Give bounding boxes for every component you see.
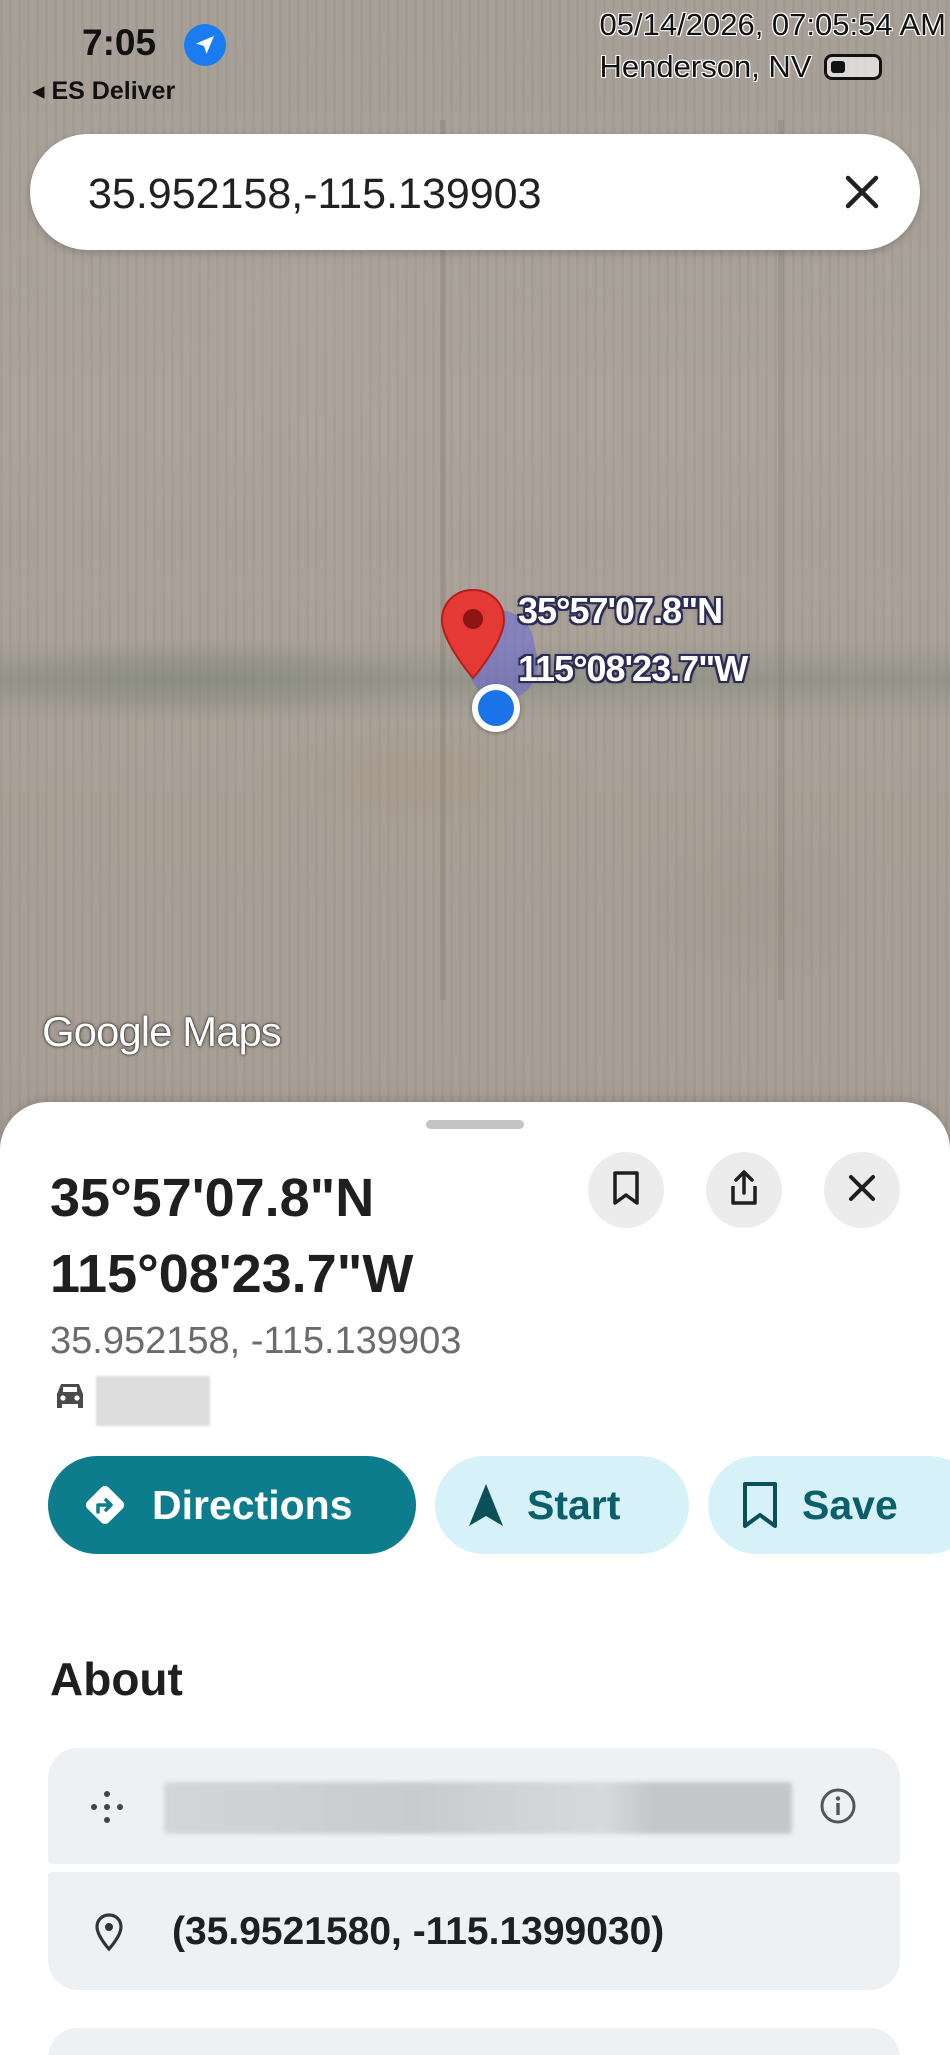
plus-code-icon	[86, 1786, 128, 1833]
search-input[interactable]: 35.952158,-115.139903	[88, 170, 542, 219]
share-icon	[728, 1169, 760, 1212]
search-bar[interactable]: 35.952158,-115.139903	[30, 134, 920, 250]
start-button[interactable]: Start	[435, 1456, 689, 1554]
coordinates-row[interactable]: (35.9521580, -115.1399030)	[48, 1872, 900, 1990]
close-sheet-button[interactable]	[824, 1152, 900, 1228]
navigation-arrow-icon	[467, 1482, 505, 1528]
place-title-line1: 35°57'07.8"N	[50, 1168, 375, 1228]
plus-code-redacted	[164, 1782, 792, 1834]
next-info-row[interactable]	[48, 2028, 900, 2055]
pin-label-latitude: 35°57'07.8"N	[518, 590, 723, 631]
close-icon	[846, 1172, 878, 1209]
bookmark-icon	[740, 1480, 780, 1530]
place-title: 35°57'07.8"N 115°08'23.7"W	[50, 1160, 610, 1312]
drive-time-redacted	[96, 1376, 210, 1426]
directions-label: Directions	[152, 1481, 353, 1528]
google-maps-logo: Google Maps	[42, 1008, 282, 1055]
directions-button[interactable]: Directions	[48, 1456, 416, 1554]
location-arrow-icon	[184, 24, 226, 66]
save-icon-button[interactable]	[588, 1152, 664, 1228]
directions-icon	[80, 1480, 130, 1530]
back-to-app-link[interactable]: ◂ ES Deliver	[32, 76, 175, 106]
save-button[interactable]: Save	[708, 1456, 950, 1554]
map-terrain-line	[778, 120, 784, 1000]
info-icon[interactable]	[818, 1786, 858, 1831]
start-label: Start	[527, 1481, 621, 1528]
pinpoint-icon	[94, 1912, 124, 1957]
close-icon[interactable]	[838, 168, 886, 216]
save-label: Save	[802, 1481, 898, 1528]
stamp-datetime: 05/14/2026, 07:05:54 AM	[599, 7, 946, 42]
place-title-line2: 115°08'23.7"W	[50, 1244, 414, 1304]
place-sheet: 35°57'07.8"N 115°08'23.7"W 35.952158, -1…	[0, 1102, 950, 2055]
battery-icon	[823, 54, 882, 80]
timestamp-overlay: 05/14/2026, 07:05:54 AM Henderson, NV	[600, 4, 946, 88]
about-heading: About	[50, 1653, 183, 1705]
precise-coordinates: (35.9521580, -115.1399030)	[172, 1910, 665, 1953]
map-view[interactable]: 7:05 ◂ ES Deliver 05/14/2026, 07:05:54 A…	[0, 0, 950, 1160]
map-terrain-line	[440, 120, 446, 1000]
current-location-dot	[472, 684, 520, 732]
stamp-location: Henderson, NV	[599, 49, 812, 84]
bookmark-icon	[611, 1170, 641, 1211]
car-icon	[52, 1380, 88, 1417]
plus-code-row[interactable]	[48, 1748, 900, 1864]
map-pin-icon[interactable]	[440, 588, 506, 685]
share-button[interactable]	[706, 1152, 782, 1228]
drag-handle[interactable]	[426, 1120, 524, 1129]
pin-label-longitude: 115°08'23.7"W	[518, 648, 748, 689]
status-time: 7:05	[82, 22, 157, 63]
place-decimal-coords: 35.952158, -115.139903	[50, 1320, 462, 1362]
